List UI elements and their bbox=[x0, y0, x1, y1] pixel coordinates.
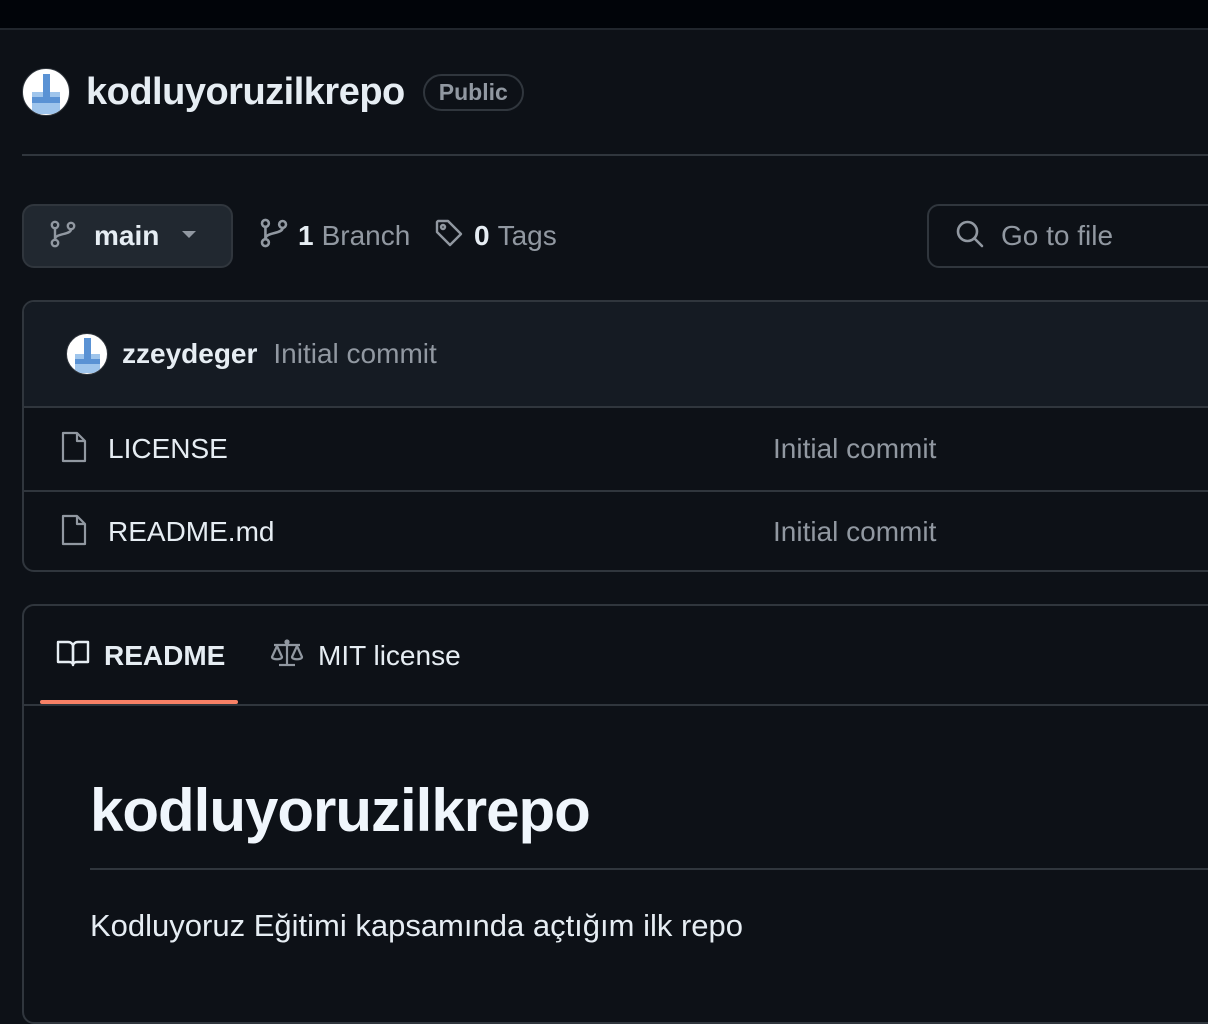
branch-label: Branch bbox=[321, 220, 411, 251]
file-name[interactable]: README.md bbox=[108, 516, 274, 548]
law-icon bbox=[270, 637, 304, 676]
go-to-file-search[interactable] bbox=[927, 204, 1208, 268]
readme-heading-divider bbox=[90, 868, 1208, 870]
git-branch-icon bbox=[50, 220, 76, 253]
tab-license[interactable]: MIT license bbox=[270, 636, 461, 676]
readme-panel: README MIT license kodluyoruzilkrepo Kod… bbox=[22, 604, 1208, 1024]
book-icon bbox=[56, 638, 90, 675]
file-name[interactable]: LICENSE bbox=[108, 433, 228, 465]
commit-author-avatar[interactable] bbox=[66, 333, 108, 375]
visibility-badge: Public bbox=[422, 73, 524, 111]
latest-commit-bar: zzeydeger Initial commit bbox=[24, 302, 1208, 408]
file-commit-message[interactable]: Initial commit bbox=[773, 516, 936, 548]
tab-license-label: MIT license bbox=[318, 640, 461, 671]
file-row[interactable]: LICENSE Initial commit bbox=[24, 408, 1208, 490]
search-icon bbox=[955, 219, 985, 254]
repo-title[interactable]: kodluyoruzilkrepo bbox=[86, 71, 405, 114]
branch-name: main bbox=[94, 220, 160, 251]
file-row[interactable]: README.md Initial commit bbox=[24, 490, 1208, 570]
file-browser: zzeydeger Initial commit LICENSE Initial… bbox=[22, 300, 1208, 572]
tag-label: Tags bbox=[497, 220, 557, 251]
tab-readme[interactable]: README bbox=[56, 636, 225, 676]
file-icon bbox=[60, 431, 88, 468]
git-branch-icon bbox=[260, 218, 288, 255]
tab-readme-label: README bbox=[104, 640, 226, 671]
file-commit-message[interactable]: Initial commit bbox=[773, 433, 936, 465]
branches-link[interactable]: 1 Branch bbox=[260, 214, 410, 258]
top-bar bbox=[0, 0, 1208, 30]
readme-heading: kodluyoruzilkrepo bbox=[90, 777, 591, 844]
readme-paragraph: Kodluyoruz Eğitimi kapsamında açtığım il… bbox=[90, 908, 744, 943]
commit-author[interactable]: zzeydeger bbox=[122, 338, 257, 370]
tag-count: 0 bbox=[474, 220, 490, 251]
file-icon bbox=[60, 514, 88, 551]
repo-header: kodluyoruzilkrepo Public bbox=[22, 66, 524, 118]
header-divider bbox=[22, 154, 1208, 156]
chevron-down-icon bbox=[181, 227, 197, 245]
tag-icon bbox=[434, 218, 464, 255]
readme-tabs: README MIT license bbox=[24, 606, 1208, 706]
go-to-file-input[interactable] bbox=[999, 219, 1203, 253]
tags-link[interactable]: 0 Tags bbox=[434, 214, 557, 258]
active-tab-underline bbox=[40, 700, 238, 704]
branch-select-button[interactable]: main bbox=[22, 204, 233, 268]
branch-count: 1 bbox=[298, 220, 314, 251]
owner-avatar[interactable] bbox=[22, 68, 70, 116]
commit-message[interactable]: Initial commit bbox=[273, 338, 436, 370]
